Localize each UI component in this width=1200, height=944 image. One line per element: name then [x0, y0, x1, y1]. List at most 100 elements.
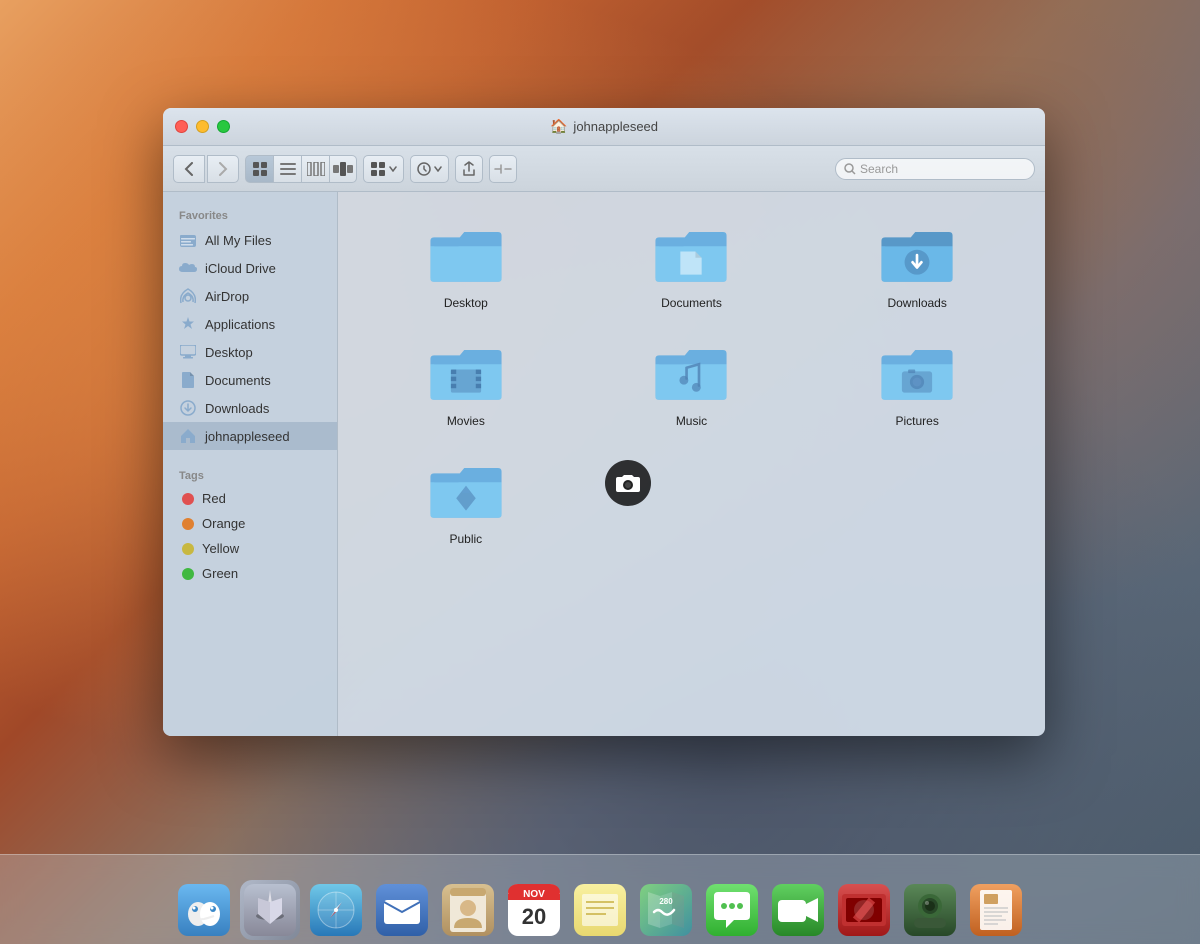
action-button[interactable] — [410, 155, 449, 183]
yellow-tag-dot — [182, 543, 194, 555]
file-grid: Desktop Documents — [338, 192, 1045, 736]
minimize-button[interactable] — [196, 120, 209, 133]
toolbar: Search — [163, 146, 1045, 192]
view-column-button[interactable] — [301, 155, 329, 183]
folder-icon-documents — [651, 222, 731, 290]
sidebar: Favorites All My Files iCloud Drive AirD… — [163, 192, 338, 736]
search-bar[interactable]: Search — [835, 158, 1035, 180]
sidebar-item-all-my-files[interactable]: All My Files — [163, 226, 337, 254]
dock-mail[interactable] — [372, 880, 432, 940]
sidebar-item-label: All My Files — [205, 233, 271, 248]
svg-text:20: 20 — [522, 904, 546, 929]
dock-notes[interactable] — [570, 880, 630, 940]
dock-launchpad[interactable] — [240, 880, 300, 940]
file-label-movies: Movies — [447, 414, 485, 428]
sidebar-item-label: Downloads — [205, 401, 269, 416]
finder-window: 🏠 johnappleseed — [163, 108, 1045, 736]
file-item-music[interactable]: Music — [584, 330, 800, 438]
traffic-lights — [175, 120, 230, 133]
file-item-downloads[interactable]: Downloads — [809, 212, 1025, 320]
sidebar-item-desktop[interactable]: Desktop — [163, 338, 337, 366]
window-title: 🏠 johnappleseed — [550, 118, 658, 135]
sidebar-item-label: Applications — [205, 317, 275, 332]
downloads-icon — [179, 399, 197, 417]
nav-buttons — [173, 155, 239, 183]
file-item-pictures[interactable]: Pictures — [809, 330, 1025, 438]
dock-contacts[interactable] — [438, 880, 498, 940]
icloud-icon — [179, 259, 197, 277]
dock-facetime[interactable] — [768, 880, 828, 940]
view-coverflow-button[interactable] — [329, 155, 357, 183]
sidebar-item-airdrop[interactable]: AirDrop — [163, 282, 337, 310]
dock-safari[interactable] — [306, 880, 366, 940]
dock-messages[interactable] — [702, 880, 762, 940]
sidebar-item-tag-yellow[interactable]: Yellow — [163, 536, 337, 561]
sidebar-item-applications[interactable]: Applications — [163, 310, 337, 338]
file-label-documents: Documents — [661, 296, 722, 310]
maximize-button[interactable] — [217, 120, 230, 133]
folder-icon-public — [426, 458, 506, 526]
folder-icon-movies — [426, 340, 506, 408]
sidebar-item-downloads[interactable]: Downloads — [163, 394, 337, 422]
dock-calendar[interactable]: NOV 20 — [504, 880, 564, 940]
file-label-downloads: Downloads — [887, 296, 946, 310]
folder-icon-pictures — [877, 340, 957, 408]
tags-label: Tags — [163, 462, 337, 486]
airdrop-icon — [179, 287, 197, 305]
sidebar-item-label: johnappleseed — [205, 429, 290, 444]
group-button[interactable] — [363, 155, 404, 183]
sidebar-item-label: Desktop — [205, 345, 253, 360]
dock-finder[interactable] — [174, 880, 234, 940]
sidebar-item-label: AirDrop — [205, 289, 249, 304]
sidebar-item-tag-orange[interactable]: Orange — [163, 511, 337, 536]
file-label-desktop: Desktop — [444, 296, 488, 310]
content-area: Favorites All My Files iCloud Drive AirD… — [163, 192, 1045, 736]
sidebar-item-label: Red — [202, 491, 226, 506]
applications-icon — [179, 315, 197, 333]
sidebar-item-documents[interactable]: Documents — [163, 366, 337, 394]
orange-tag-dot — [182, 518, 194, 530]
search-placeholder: Search — [860, 162, 898, 176]
documents-icon — [179, 371, 197, 389]
dock: NOV 20 280 — [0, 854, 1200, 944]
sidebar-item-label: iCloud Drive — [205, 261, 276, 276]
close-button[interactable] — [175, 120, 188, 133]
home-icon — [179, 427, 197, 445]
sidebar-item-tag-green[interactable]: Green — [163, 561, 337, 586]
sidebar-item-label: Yellow — [202, 541, 239, 556]
sidebar-item-label: Documents — [205, 373, 271, 388]
forward-button[interactable] — [207, 155, 239, 183]
file-item-movies[interactable]: Movies — [358, 330, 574, 438]
file-label-pictures: Pictures — [895, 414, 938, 428]
svg-text:NOV: NOV — [523, 889, 545, 900]
share-button[interactable] — [455, 155, 483, 183]
sidebar-item-home[interactable]: johnappleseed — [163, 422, 337, 450]
file-item-public[interactable]: Public — [358, 448, 574, 556]
desktop-icon — [179, 343, 197, 361]
tag-button[interactable] — [489, 155, 517, 183]
view-icon-button[interactable] — [245, 155, 273, 183]
svg-text:280: 280 — [659, 897, 673, 906]
sidebar-item-label: Green — [202, 566, 238, 581]
dock-isight-camera[interactable] — [900, 880, 960, 940]
dock-maps[interactable]: 280 — [636, 880, 696, 940]
title-text: johnappleseed — [573, 119, 658, 134]
sidebar-item-icloud-drive[interactable]: iCloud Drive — [163, 254, 337, 282]
green-tag-dot — [182, 568, 194, 580]
file-item-desktop[interactable]: Desktop — [358, 212, 574, 320]
all-my-files-icon — [179, 231, 197, 249]
dock-pages[interactable] — [966, 880, 1026, 940]
favorites-label: Favorites — [163, 202, 337, 226]
file-label-music: Music — [676, 414, 707, 428]
title-icon: 🏠 — [550, 118, 567, 135]
folder-icon-desktop — [426, 222, 506, 290]
file-label-public: Public — [449, 532, 482, 546]
back-button[interactable] — [173, 155, 205, 183]
file-item-documents[interactable]: Documents — [584, 212, 800, 320]
red-tag-dot — [182, 493, 194, 505]
sidebar-item-label: Orange — [202, 516, 245, 531]
sidebar-item-tag-red[interactable]: Red — [163, 486, 337, 511]
view-list-button[interactable] — [273, 155, 301, 183]
dock-photobooth[interactable] — [834, 880, 894, 940]
camera-icon — [615, 472, 641, 494]
